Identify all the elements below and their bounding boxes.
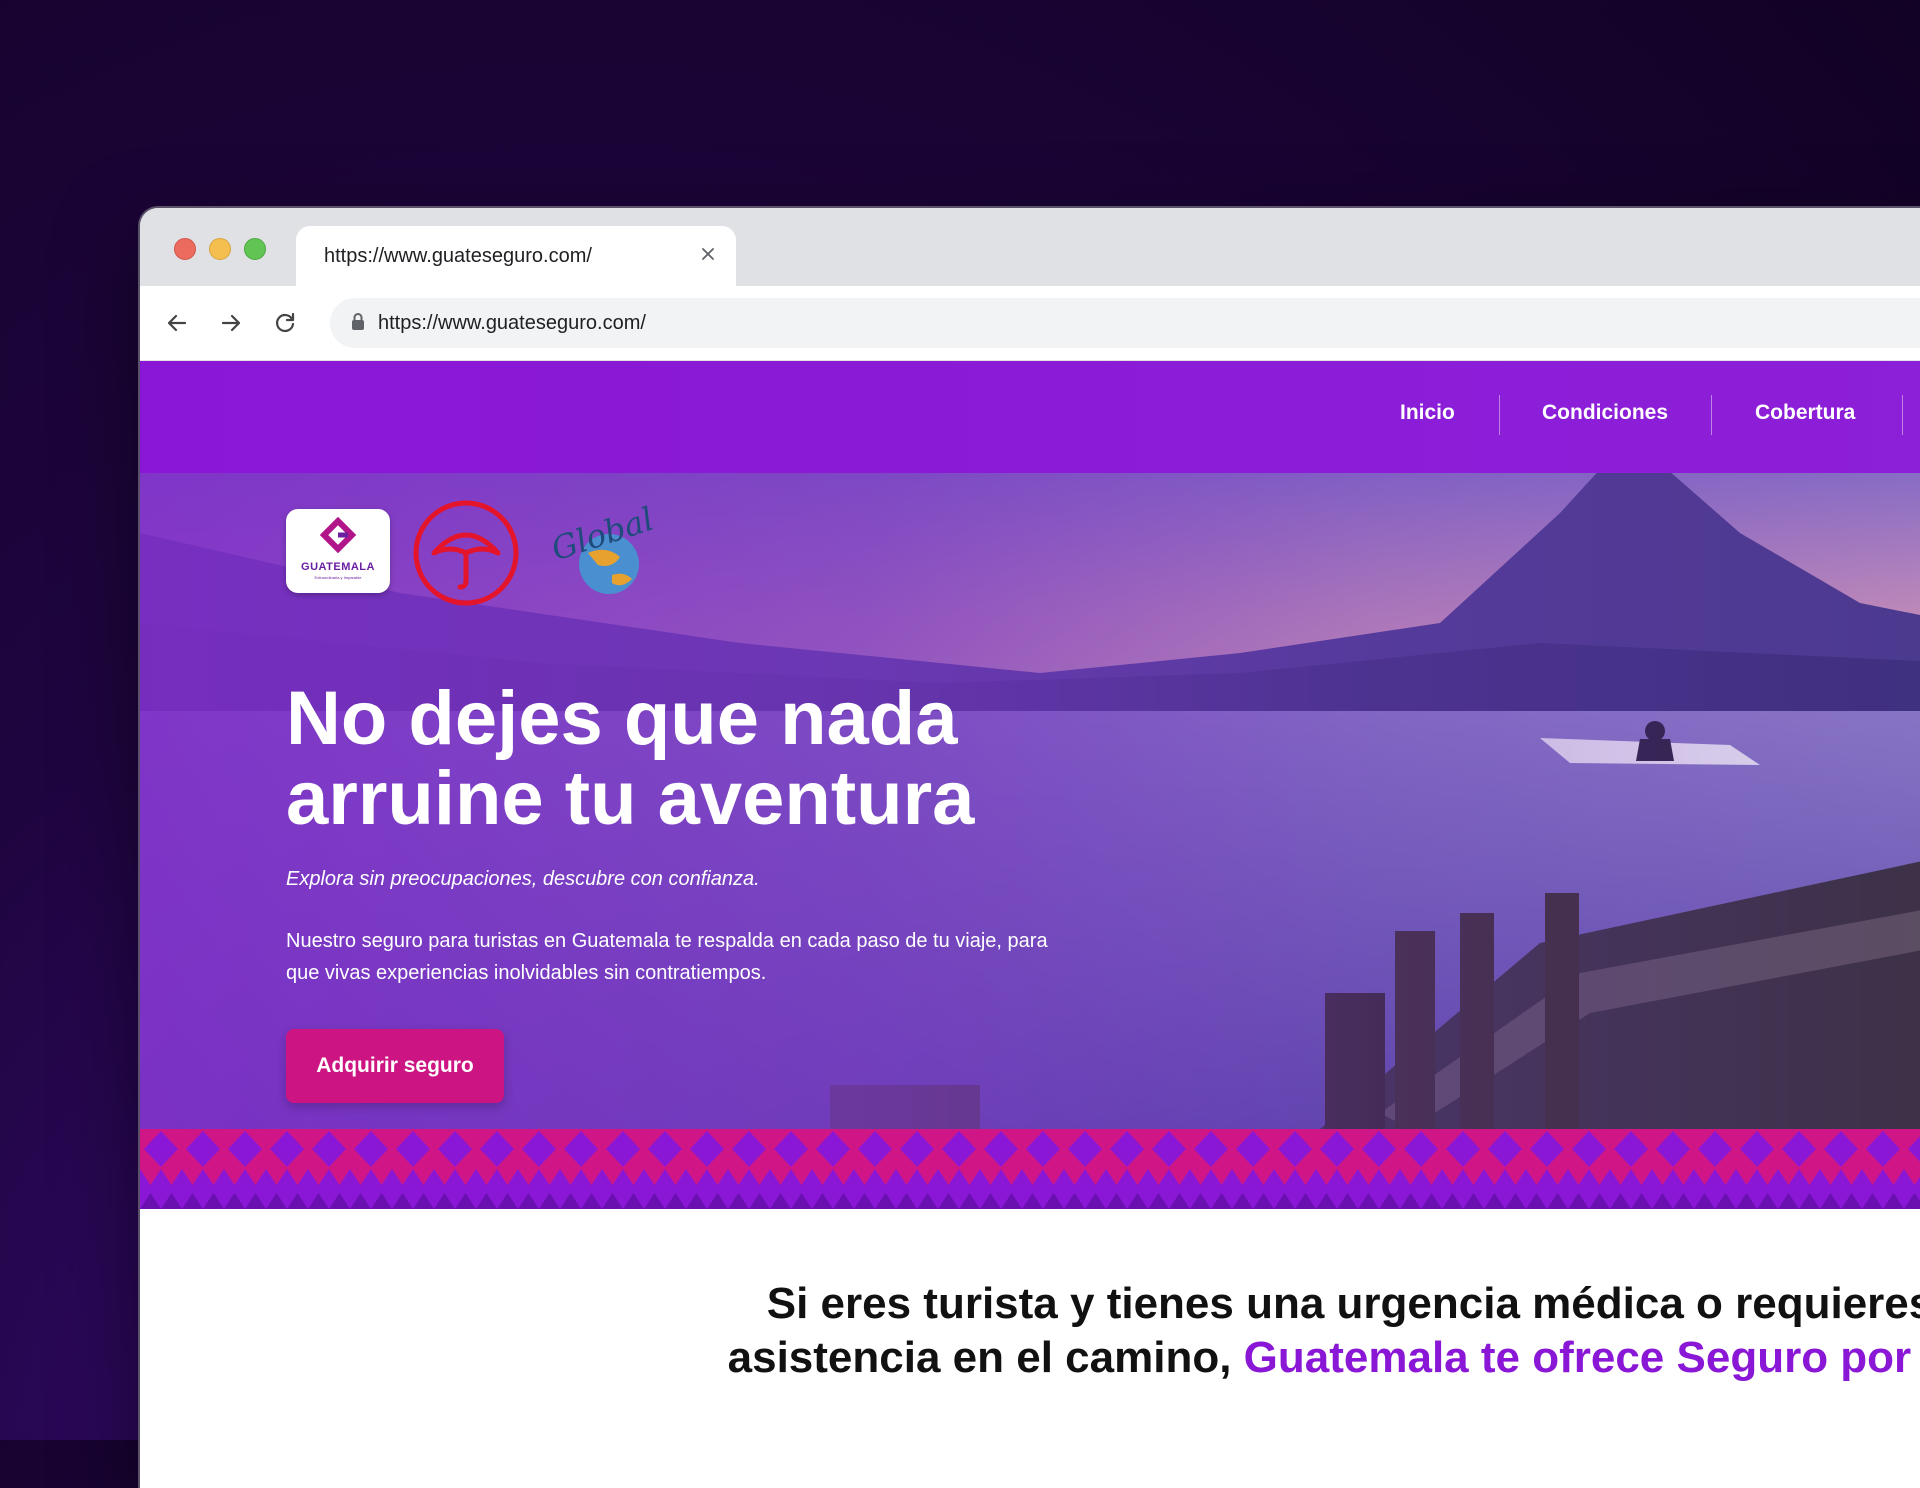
intro-section: Si eres turista y tienes una urgencia mé… — [140, 1209, 1920, 1488]
hero-title: No dejes que nada arruine tu aventura — [286, 679, 1186, 839]
forward-arrow-icon[interactable] — [214, 306, 248, 340]
guatemala-logo-subtext: Extraordinaria y Imparable — [314, 575, 362, 580]
hero-title-line-1: No dejes que nada — [286, 676, 958, 761]
decorative-pattern-band — [140, 1129, 1920, 1209]
hero-tagline: Explora sin preocupaciones, descubre con… — [286, 868, 760, 890]
guatemala-logo-text: GUATEMALA — [301, 561, 375, 573]
browser-toolbar: https://www.guateseguro.com/ — [140, 286, 1920, 361]
tab-title: https://www.guateseguro.com/ — [324, 245, 592, 267]
buy-insurance-button[interactable]: Adquirir seguro — [286, 1029, 504, 1103]
nav-link-inicio[interactable]: Inicio — [1400, 401, 1455, 425]
hero-section: GUATEMALA Extraordinaria y Imparable Glo… — [140, 473, 1920, 1129]
nav-divider — [1499, 395, 1500, 435]
intro-heading-line-2: asistencia en el camino, — [727, 1333, 1244, 1382]
url-text: https://www.guateseguro.com/ — [378, 312, 646, 334]
website: Inicio Condiciones Cobertura GUATEMALA E… — [140, 361, 1920, 1488]
maximize-window-button[interactable] — [244, 238, 266, 260]
guatemala-logo: GUATEMALA Extraordinaria y Imparable — [286, 509, 390, 593]
nav-divider — [1902, 395, 1903, 435]
nav-link-cobertura[interactable]: Cobertura — [1755, 401, 1855, 425]
guatemala-g-icon — [319, 517, 357, 554]
browser-tab[interactable]: https://www.guateseguro.com/ — [296, 226, 736, 286]
close-window-button[interactable] — [174, 238, 196, 260]
minimize-window-button[interactable] — [209, 238, 231, 260]
lock-icon — [350, 312, 366, 337]
close-tab-icon[interactable] — [694, 240, 722, 268]
intro-heading-line-1: Si eres turista y tienes una urgencia mé… — [766, 1279, 1920, 1328]
intro-heading-highlight: Guatemala te ofrece Seguro por 15 — [1243, 1333, 1920, 1382]
intro-heading: Si eres turista y tienes una urgencia mé… — [400, 1277, 1920, 1385]
address-bar[interactable]: https://www.guateseguro.com/ — [330, 298, 1920, 348]
umbrella-logo-icon — [413, 500, 519, 606]
hero-title-line-2: arruine tu aventura — [286, 756, 975, 841]
site-navbar: Inicio Condiciones Cobertura — [140, 361, 1920, 473]
back-arrow-icon[interactable] — [160, 306, 194, 340]
hero-description: Nuestro seguro para turistas en Guatemal… — [286, 930, 1048, 984]
browser-window: https://www.guateseguro.com/ https://www… — [140, 208, 1920, 1488]
nav-link-condiciones[interactable]: Condiciones — [1542, 401, 1668, 425]
global-seguros-logo: Global — [542, 500, 658, 597]
tab-bar: https://www.guateseguro.com/ — [140, 208, 1920, 286]
reload-icon[interactable] — [268, 306, 302, 340]
nav-divider — [1711, 395, 1712, 435]
